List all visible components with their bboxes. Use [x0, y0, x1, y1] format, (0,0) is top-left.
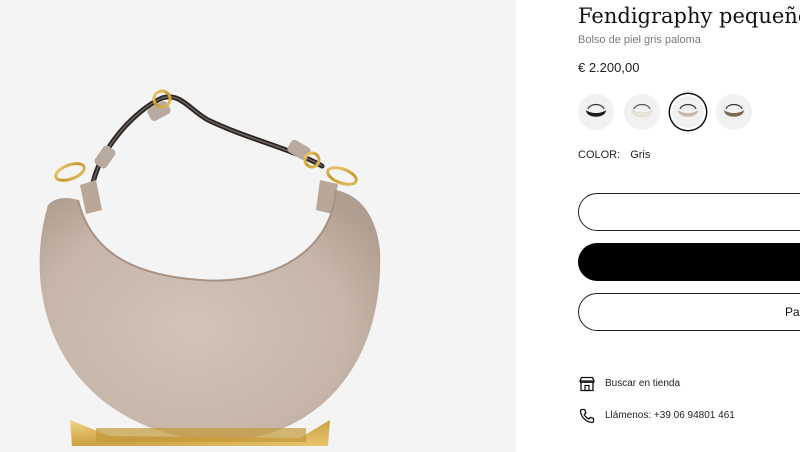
- bag-thumb-grey: [678, 103, 698, 117]
- color-swatches: [578, 94, 800, 134]
- phone-icon: [579, 408, 595, 424]
- outline-button-1[interactable]: [578, 193, 800, 231]
- swatch-white[interactable]: [624, 94, 660, 130]
- product-info-panel: Fendigraphy pequeño Bolso de piel gris p…: [578, 0, 800, 452]
- add-to-bag-button[interactable]: [578, 243, 800, 281]
- bag-image: [39, 89, 381, 446]
- bag-thumb-black: [586, 103, 606, 117]
- find-in-store-link[interactable]: Buscar en tienda: [578, 375, 800, 393]
- call-us-link[interactable]: Llámenos: +39 06 94801 461: [578, 407, 800, 425]
- bag-thumb-brown: [724, 103, 744, 117]
- product-title: Fendigraphy pequeño: [578, 4, 800, 28]
- swatch-grey-selected[interactable]: [670, 94, 706, 130]
- color-selection: COLOR: Gris: [578, 149, 650, 161]
- product-price: € 2.200,00: [578, 60, 640, 75]
- color-value: Gris: [630, 149, 651, 161]
- bag-thumb-white: [631, 103, 653, 118]
- pay-button-label: Pa: [785, 305, 800, 319]
- find-in-store-label: Buscar en tienda: [605, 378, 681, 389]
- swatch-black[interactable]: [578, 94, 614, 130]
- swatch-brown[interactable]: [716, 94, 752, 130]
- pay-button[interactable]: Pa: [578, 293, 800, 331]
- product-subtitle: Bolso de piel gris paloma: [578, 34, 701, 46]
- call-us-label: Llámenos: +39 06 94801 461: [605, 410, 735, 421]
- color-label: COLOR:: [578, 149, 621, 161]
- store-icon: [579, 376, 595, 392]
- product-image-gallery[interactable]: [0, 0, 516, 452]
